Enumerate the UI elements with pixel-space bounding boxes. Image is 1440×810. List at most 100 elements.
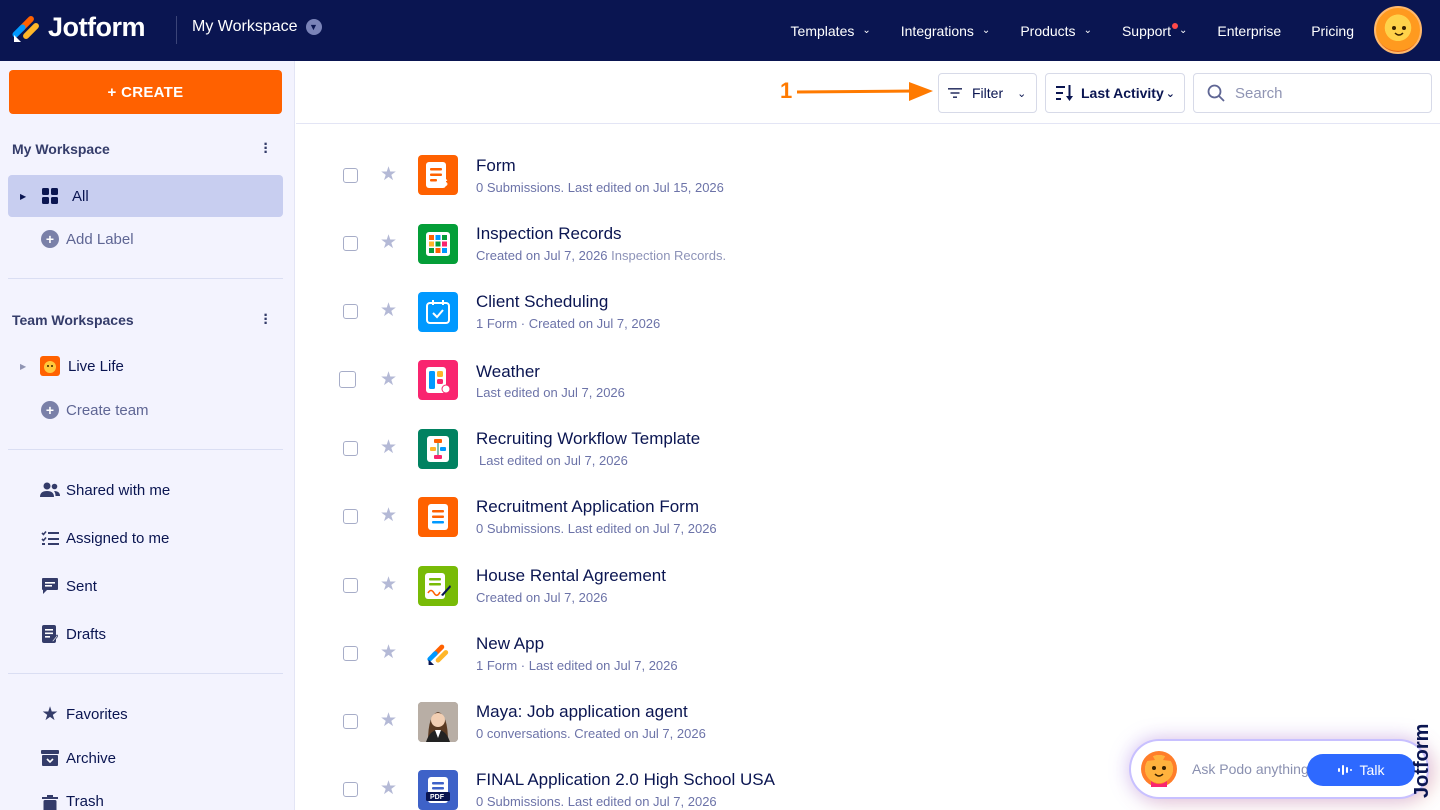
row-checkbox[interactable] [343, 441, 358, 456]
nav-support[interactable]: Support ⌄ [1122, 22, 1187, 39]
star-icon[interactable]: ★ [380, 504, 397, 527]
sidebar-item-trash[interactable]: Trash [8, 781, 283, 810]
item-title[interactable]: New App [476, 634, 544, 654]
user-avatar[interactable] [1374, 6, 1422, 54]
row-checkbox[interactable] [343, 168, 358, 183]
item-title[interactable]: Weather [476, 362, 540, 382]
table-icon [418, 224, 458, 264]
podo-avatar-icon [1141, 751, 1177, 787]
nav-integrations[interactable]: Integrations ⌄ [901, 23, 991, 39]
sidebar-item-archive[interactable]: Archive [8, 737, 283, 779]
item-title[interactable]: Recruiting Workflow Template [476, 429, 700, 449]
list-item[interactable]: ★ Recruitment Application Form 0 Submiss… [296, 482, 1440, 550]
users-icon [40, 480, 60, 500]
item-subtitle: 0 conversations. Created on Jul 7, 2026 [476, 726, 706, 741]
item-title[interactable]: Form [476, 156, 516, 176]
star-icon[interactable]: ★ [380, 299, 397, 322]
star-icon[interactable]: ★ [380, 231, 397, 254]
chevron-down-icon: ⌄ [1165, 87, 1175, 100]
caret-right-icon[interactable]: ▶ [20, 362, 26, 371]
sidebar-item-add-label[interactable]: + Add Label [8, 218, 283, 260]
row-checkbox[interactable] [343, 646, 358, 661]
filter-label: Filter [972, 85, 1004, 101]
cat-face-icon [1392, 26, 1406, 36]
workspace-switcher[interactable]: My Workspace ▼ [192, 18, 322, 36]
sidebar-item-assigned[interactable]: Assigned to me [8, 517, 283, 559]
star-icon[interactable]: ★ [380, 777, 397, 800]
star-icon[interactable]: ★ [380, 163, 397, 186]
nav-pricing[interactable]: Pricing [1311, 23, 1354, 39]
row-checkbox[interactable] [343, 714, 358, 729]
create-button[interactable]: + CREATE [9, 70, 282, 114]
sidebar: + CREATE My Workspace · · · ▶ All + Add La… [0, 61, 295, 810]
list-item[interactable]: ★ House Rental Agreement Created on Jul … [296, 551, 1440, 619]
nav-products[interactable]: Products ⌄ [1020, 23, 1092, 39]
star-icon[interactable]: ★ [380, 709, 397, 732]
podo-prompt[interactable]: Ask Podo anything [1192, 761, 1309, 777]
chevron-down-icon: ⌄ [1083, 25, 1092, 36]
calendar-icon [418, 292, 458, 332]
chevron-down-icon: ▼ [305, 19, 322, 35]
star-icon[interactable]: ★ [380, 641, 397, 664]
star-icon[interactable]: ★ [380, 573, 397, 596]
sidebar-item-label: Assigned to me [66, 529, 170, 547]
item-title[interactable]: FINAL Application 2.0 High School USA [476, 770, 775, 790]
sidebar-item-favorites[interactable]: ★ Favorites [8, 693, 283, 735]
sidebar-item-drafts[interactable]: Drafts [8, 613, 283, 655]
grid-icon [40, 186, 60, 206]
sidebar-item-create-team[interactable]: + Create team [8, 389, 283, 431]
item-subtitle: Last edited on Jul 7, 2026 [479, 453, 628, 468]
star-icon[interactable]: ★ [380, 436, 397, 459]
jotform-logo[interactable]: Jotform [12, 12, 146, 43]
item-subtitle: Last edited on Jul 7, 2026 [476, 385, 625, 400]
nav-templates[interactable]: Templates ⌄ [791, 23, 871, 39]
sidebar-item-sent[interactable]: Sent [8, 565, 283, 607]
item-title[interactable]: Maya: Job application agent [476, 702, 688, 722]
search-input[interactable] [1235, 84, 1415, 102]
kebab-menu-icon[interactable]: · · · [262, 137, 270, 161]
list-item[interactable]: ★ Weather Last edited on Jul 7, 2026 [296, 346, 1440, 414]
sidebar-item-label: Sent [66, 577, 97, 595]
item-title[interactable]: Client Scheduling [476, 292, 608, 312]
list-item[interactable]: ★ Inspection Records Created on Jul 7, 2… [296, 209, 1440, 277]
sidebar-item-all[interactable]: ▶ All [8, 175, 283, 217]
row-checkbox[interactable] [343, 236, 358, 251]
sidebar-item-label: Trash [66, 793, 104, 810]
ask-podo-widget[interactable]: Ask Podo anything Talk [1131, 741, 1427, 797]
sidebar-item-live-life[interactable]: ▶ Live Life [8, 345, 283, 387]
row-checkbox[interactable] [343, 304, 358, 319]
top-navbar: Jotform My Workspace ▼ Templates ⌄ Integr… [0, 0, 1440, 61]
item-title[interactable]: House Rental Agreement [476, 566, 666, 586]
filter-button[interactable]: Filter ⌄ [938, 73, 1037, 113]
sort-icon [1056, 85, 1073, 101]
chevron-down-icon: ⌄ [981, 25, 991, 36]
talk-button[interactable]: Talk [1307, 754, 1415, 786]
list-item[interactable]: ★ Recruiting Workflow Template Last edit… [296, 414, 1440, 482]
form-icon [418, 497, 458, 537]
pdf-icon: PDF [418, 770, 458, 810]
caret-right-icon[interactable]: ▶ [20, 192, 26, 201]
row-checkbox[interactable] [343, 578, 358, 593]
item-subtitle: Created on Jul 7, 2026 [476, 590, 608, 605]
star-icon[interactable]: ★ [380, 368, 397, 391]
checklist-icon [40, 528, 60, 548]
sidebar-item-shared[interactable]: Shared with me [8, 469, 283, 511]
list-item[interactable]: ★ New App 1 Form · Last edited on Jul 7,… [296, 619, 1440, 687]
kebab-menu-icon[interactable]: · · · [262, 308, 270, 332]
app-icon [418, 360, 458, 400]
sort-label: Last Activity [1081, 85, 1164, 101]
nav-enterprise[interactable]: Enterprise [1217, 23, 1281, 39]
row-checkbox[interactable] [339, 371, 356, 388]
sort-button[interactable]: Last Activity ⌄ [1045, 73, 1185, 113]
item-title[interactable]: Recruitment Application Form [476, 497, 699, 517]
item-title[interactable]: Inspection Records [476, 224, 622, 244]
list-item[interactable]: ★ Client Scheduling 1 Form · Created on … [296, 277, 1440, 345]
row-checkbox[interactable] [343, 509, 358, 524]
team-avatar-icon [40, 356, 60, 376]
row-checkbox[interactable] [343, 782, 358, 797]
nav-label: Integrations [900, 22, 974, 39]
nav-divider [176, 16, 177, 44]
sidebar-item-label: All [72, 187, 89, 205]
list-item[interactable]: ★ $ Form 0 Submissions. Last edited on J… [296, 141, 1440, 209]
item-subtitle-main: Created on Jul 7, 2026 [476, 248, 608, 263]
